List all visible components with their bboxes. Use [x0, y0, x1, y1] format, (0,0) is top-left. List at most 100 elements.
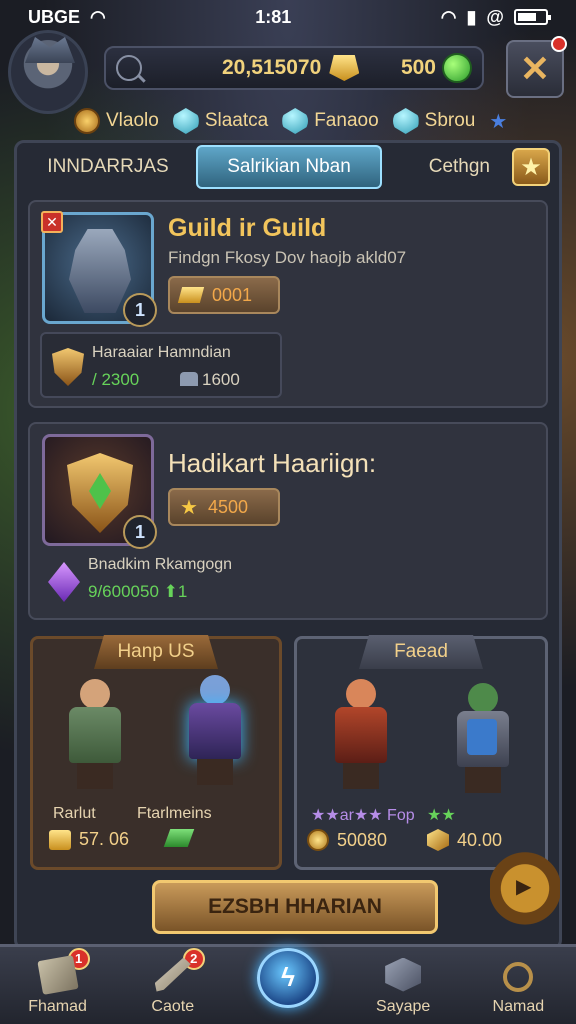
star-icon: ★: [520, 153, 542, 181]
hero-legs: [465, 767, 501, 793]
coin-icon: [307, 829, 329, 851]
magnifier-icon: [503, 961, 534, 992]
shield-emblem-icon: [67, 453, 133, 533]
scroll-icon: [36, 954, 79, 995]
guild-portrait: ✕ 1: [41, 211, 157, 327]
crystal-icon: [392, 108, 419, 134]
gold-cube-icon: [427, 829, 449, 851]
resource-tag[interactable]: Fanaoo: [282, 108, 379, 134]
mage-knight-hero[interactable]: [175, 675, 255, 787]
signal-icon: ▮: [466, 6, 477, 27]
guild-portrait: 1: [42, 434, 157, 549]
hero-panel-title: Hanp US: [94, 635, 218, 669]
guild-power: / 2300: [92, 370, 140, 389]
clock: 1:81: [255, 6, 292, 27]
tab-inndarrjas[interactable]: INNDARRJAS: [20, 145, 196, 189]
hero-legs: [343, 763, 379, 789]
nav-item-caote[interactable]: 2 Caote: [125, 947, 221, 1024]
tab-cethgn[interactable]: Cethgn: [382, 145, 502, 189]
sword-icon: [154, 957, 191, 992]
hero-body: [69, 707, 121, 763]
nav-label: Caote: [151, 997, 195, 1015]
guild-card[interactable]: 1 Hadikart Haariign: ★ 4500 Bnadkim Rkam…: [28, 422, 548, 620]
nav-item-fhamad[interactable]: 1 Fhamad: [10, 947, 106, 1024]
nav-item-center[interactable]: ϟ: [240, 947, 336, 1024]
gold-bar-icon: [177, 287, 205, 303]
hero-body: [189, 703, 241, 759]
guild-card[interactable]: ✕ 1 Guild ir Guild Findgn Fkosy Dov haoj…: [28, 200, 548, 408]
primary-action-button[interactable]: EZSBH HHARIAN: [152, 880, 438, 934]
play-orb-button[interactable]: [490, 840, 560, 928]
hero-legs: [197, 759, 233, 785]
favorites-star-button[interactable]: ★: [512, 148, 550, 186]
price-value: 4500: [207, 496, 248, 517]
gold-icon: [49, 829, 71, 850]
hero-legs: [77, 763, 113, 789]
hero-head: [200, 675, 230, 705]
knight-icon: [69, 229, 131, 313]
currency-bar: 20,515070 500: [104, 46, 484, 90]
close-button[interactable]: ✕: [506, 36, 567, 98]
golem-hero[interactable]: [443, 683, 523, 795]
guild-power: 9/600050 ⬆1: [88, 582, 188, 601]
purple-gem-icon: [48, 562, 80, 602]
join-price-button[interactable]: ★ 4500: [168, 488, 280, 526]
resource-tag-label: Slaatca: [204, 110, 269, 131]
hero-price-value: 50080: [337, 829, 388, 850]
join-price-button[interactable]: 0001: [168, 276, 280, 314]
leader-name: Bnadkim Rkamgogn: [88, 556, 233, 573]
wifi-icon: ◠: [440, 6, 457, 27]
members-icon: [180, 372, 198, 386]
tab-salrikian-nban[interactable]: Salrikian Nban: [196, 145, 382, 189]
wizard-hat-icon: [25, 37, 75, 63]
hero-panel[interactable]: Faead ★★ar★★ Fop ★★ 50080 40.00: [294, 635, 548, 870]
resource-tag-label: Fanaoo: [314, 110, 379, 131]
coin-icon: [74, 108, 100, 134]
wifi-icon: ◠: [90, 6, 106, 27]
nav-item-namad[interactable]: Namad: [470, 948, 566, 1024]
hero-body: [457, 711, 509, 767]
resource-tag[interactable]: Sbrou: [392, 108, 476, 134]
add-gems-icon[interactable]: [442, 53, 472, 83]
resource-tag-label: Sbrou: [424, 110, 476, 131]
guild-name: Guild ir Guild: [168, 214, 327, 242]
shield-icon: [52, 348, 84, 386]
guild-name: Hadikart Haariign:: [168, 448, 377, 478]
crystal-icon: [282, 108, 309, 134]
hero-body: [335, 707, 387, 763]
hero-price: 57. 06: [49, 829, 129, 850]
carrier-label: UBGE: [28, 6, 81, 27]
member-count: 1600: [202, 370, 240, 389]
gold-amount: 20,515070: [222, 56, 322, 79]
hero-rarity-label: ★★ar★★ Fop: [311, 807, 415, 824]
nav-item-sayape[interactable]: Sayape: [355, 948, 451, 1024]
guild-level-badge: 1: [123, 515, 157, 549]
nav-label: Fhamad: [28, 997, 87, 1015]
notification-dot: [551, 36, 567, 52]
hero-panel-title: Faead: [359, 635, 483, 669]
crystal-icon: [172, 108, 199, 134]
hero-panel[interactable]: Hanp US Rarlut Ftarlmeins 57. 06: [30, 635, 282, 870]
at-icon: @: [486, 6, 504, 27]
ranger-hero[interactable]: [321, 679, 401, 791]
guild-description: Findgn Fkosy Dov haojb akld07: [168, 248, 407, 267]
green-bill-icon: [163, 829, 195, 847]
resource-tag[interactable]: Vlaolo: [74, 108, 159, 134]
status-bar: UBGE ◠ 1:81 ◠ ▮ @: [0, 0, 576, 34]
star-icon: ★: [180, 496, 198, 519]
close-icon[interactable]: ✕: [41, 211, 63, 233]
bottom-navigation: 1 Fhamad 2 Caote ϟ Sayape Namad: [0, 944, 576, 1024]
resource-tag[interactable]: Slaatca: [172, 108, 269, 134]
price-value: 0001: [212, 284, 253, 305]
guild-stats: Haraaiar Hamndian / 2300 1600: [40, 332, 282, 398]
search-icon[interactable]: [116, 55, 142, 81]
gold-ingot-icon: [329, 55, 360, 81]
player-avatar[interactable]: [8, 30, 88, 114]
guild-level-badge: 1: [123, 293, 157, 327]
hero-price: 50080: [307, 829, 387, 851]
hero-head: [468, 683, 498, 713]
hero-label: Rarlut: [53, 805, 96, 822]
close-icon: ✕: [519, 48, 551, 89]
hero-rarity-label: ★★: [427, 807, 456, 824]
warrior-hero[interactable]: [55, 679, 135, 791]
